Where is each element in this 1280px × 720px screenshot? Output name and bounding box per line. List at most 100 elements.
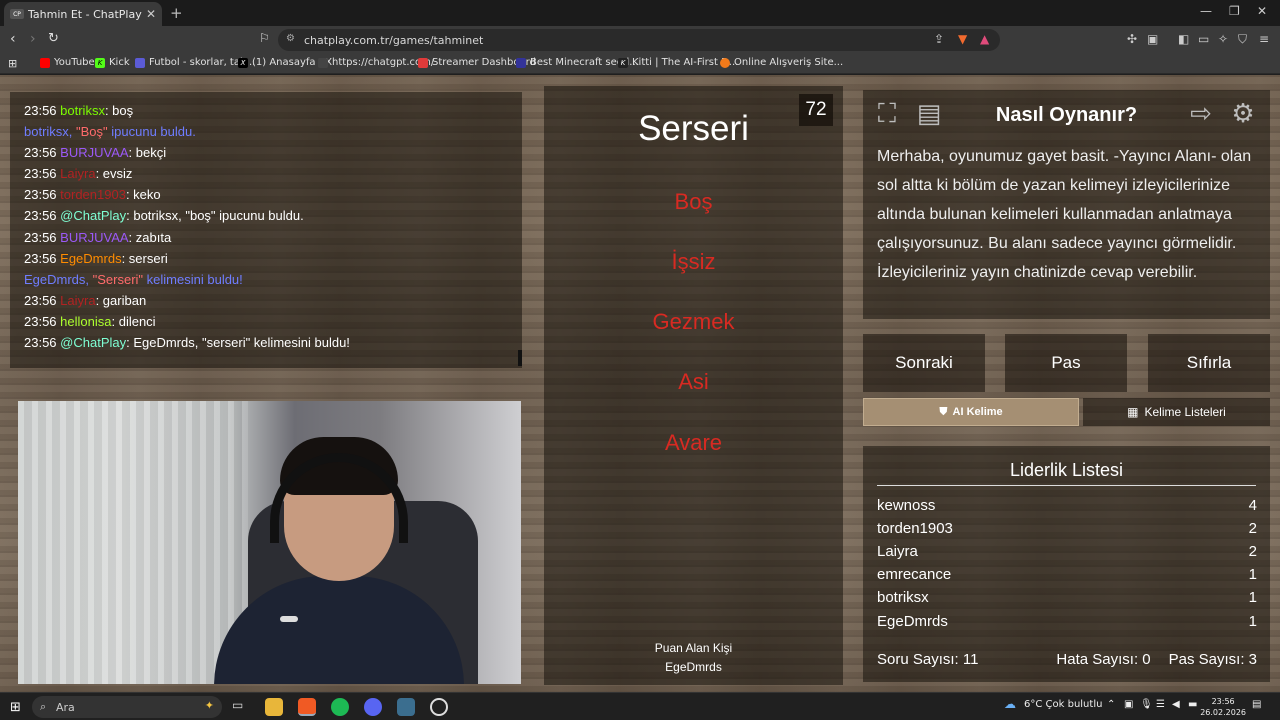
chat-username[interactable]: BURJUVAA: [60, 230, 128, 245]
reset-button[interactable]: Sıfırla: [1148, 334, 1270, 392]
game-page: 23:56 botriksx: boş botriksx, "Boş" ipucu…: [0, 75, 1280, 692]
tab-title: Tahmin Et - ChatPlay: [28, 7, 142, 21]
bookmark-shop[interactable]: Online Alışveriş Site...: [720, 57, 843, 68]
chat-username[interactable]: @ChatPlay: [60, 208, 126, 223]
player-score: 4: [1248, 497, 1257, 514]
chat-username[interactable]: Laiyra: [60, 166, 95, 181]
browser-tab[interactable]: CP Tahmin Et - ChatPlay ✕: [4, 2, 162, 26]
apps-icon[interactable]: ⊞: [8, 57, 17, 70]
weather-icon[interactable]: ☁: [1004, 697, 1016, 711]
chat-username[interactable]: BURJUVAA: [60, 145, 128, 160]
chat-username[interactable]: hellonisa: [60, 314, 111, 329]
window-close-icon[interactable]: ✕: [1257, 4, 1267, 18]
divider: [877, 485, 1256, 486]
wallet-icon[interactable]: ▭: [1198, 32, 1209, 46]
chat-username[interactable]: Laiyra: [60, 293, 95, 308]
taskbar-search[interactable]: ⌕ Ara ✦: [32, 696, 222, 718]
leo-ai-icon[interactable]: ✧: [1218, 32, 1228, 46]
brave-shield-icon[interactable]: ▼: [958, 32, 967, 46]
task-view-icon[interactable]: ▭: [232, 698, 250, 716]
system-text: kelimesini buldu!: [143, 271, 243, 287]
app-icon[interactable]: [397, 698, 415, 716]
vpn-icon[interactable]: ⛉: [1238, 32, 1247, 47]
url-text: chatplay.com.tr/games/tahminet: [304, 33, 484, 47]
chat-message: 23:56 torden1903: keko: [24, 184, 508, 205]
player-score: 2: [1248, 520, 1257, 537]
bookmark-youtube[interactable]: YouTube: [40, 57, 95, 68]
pass-count: Pas Sayısı: 3: [1168, 651, 1257, 668]
browser-toolbar: ‹ › ↻ ⚐ ⚙ chatplay.com.tr/games/tahminet…: [0, 26, 1280, 54]
clock-date: 26.02.2026: [1200, 708, 1246, 717]
brave-browser-icon[interactable]: [298, 698, 316, 716]
game-stats: Soru Sayısı: 11 Hata Sayısı: 0 Pas Sayıs…: [877, 651, 1257, 668]
curtain: [18, 401, 248, 684]
spotify-icon[interactable]: [331, 698, 349, 716]
bookmark-chatgpt[interactable]: https://chatgpt.com/: [318, 57, 434, 68]
back-icon[interactable]: ‹: [10, 31, 16, 47]
share-icon[interactable]: ⇪: [934, 32, 944, 46]
chat-username[interactable]: torden1903: [60, 187, 126, 202]
reload-icon[interactable]: ↻: [48, 31, 59, 46]
player-score: 1: [1248, 566, 1257, 583]
player-name: Laiyra: [877, 543, 918, 560]
chat-timestamp: 23:56: [24, 335, 61, 351]
chat-message: 23:56 BURJUVAA: zabıta: [24, 227, 508, 248]
chat-text: : boş: [104, 103, 134, 118]
restore-icon[interactable]: ❐: [1229, 4, 1240, 18]
tab-ai-word[interactable]: ⛊ AI Kelime: [863, 398, 1079, 426]
clock[interactable]: 23:56 26.02.2026: [1200, 696, 1246, 718]
brave-rewards-icon[interactable]: ▲: [980, 32, 989, 46]
site-info-icon[interactable]: ⚙: [286, 33, 295, 44]
address-bar[interactable]: ⚙ chatplay.com.tr/games/tahminet: [278, 29, 1000, 51]
chat-username[interactable]: botriksx: [60, 103, 105, 118]
menu-icon[interactable]: ≡: [1259, 32, 1269, 46]
mic-icon[interactable]: 🎙: [1140, 699, 1153, 710]
target-word: Serseri: [638, 109, 749, 148]
futbol-icon: [135, 57, 145, 68]
battery-icon[interactable]: ▬: [1188, 699, 1197, 710]
sidebar-icon[interactable]: ◧: [1178, 32, 1189, 46]
x-icon: X: [238, 57, 248, 68]
bookmark-icon[interactable]: ⚐: [259, 31, 270, 45]
media-icon[interactable]: ▣: [1147, 32, 1158, 46]
network-icon[interactable]: ▣: [1124, 699, 1133, 710]
chat-username[interactable]: EgeDmrds: [60, 251, 121, 266]
scorer-name: EgeDmrds: [665, 660, 722, 674]
shield-icon: ⛊: [939, 405, 948, 418]
forbidden-word: Avare: [664, 430, 723, 455]
wifi-icon[interactable]: ☰: [1156, 699, 1165, 710]
chat-text: : serseri: [121, 250, 168, 266]
forward-icon[interactable]: ›: [30, 31, 36, 47]
tab-close-icon[interactable]: ✕: [146, 7, 156, 21]
discord-icon[interactable]: [364, 698, 382, 716]
bookmark-kick[interactable]: K Kick: [95, 57, 130, 68]
chat-text: : bekçi: [128, 145, 167, 161]
extensions-icon[interactable]: ✣: [1127, 32, 1137, 46]
chat-username[interactable]: @ChatPlay: [60, 335, 126, 350]
settings-gear-icon[interactable]: ⚙: [1227, 98, 1259, 130]
windows-start-icon[interactable]: ⊞: [10, 700, 21, 715]
notifications-icon[interactable]: ▤: [1252, 699, 1261, 710]
next-button[interactable]: Sonraki: [863, 334, 985, 392]
youtube-icon: [40, 57, 50, 68]
chat-message: 23:56 EgeDmrds: serseri: [24, 248, 508, 269]
tray-chevron-icon[interactable]: ⌃: [1107, 699, 1115, 710]
obs-icon[interactable]: [430, 698, 448, 716]
exit-icon[interactable]: ⇨: [1185, 98, 1217, 130]
error-count: Hata Sayısı: 0: [1056, 651, 1151, 668]
weather-text[interactable]: 6°C Çok bulutlu: [1024, 699, 1102, 710]
tab-lists-label: Kelime Listeleri: [1144, 405, 1226, 419]
tab-word-lists[interactable]: ▦ Kelime Listeleri: [1083, 398, 1270, 426]
leaderboard-row: EgeDmrds 1: [877, 613, 1257, 630]
file-explorer-icon[interactable]: [265, 698, 283, 716]
chat-text: : keko: [125, 187, 161, 203]
pass-button[interactable]: Pas: [1005, 334, 1127, 392]
player-name: EgeDmrds: [877, 613, 948, 630]
volume-icon[interactable]: ◀: [1172, 699, 1180, 710]
minimize-icon[interactable]: —: [1200, 4, 1212, 18]
chat-scrollbar[interactable]: [518, 350, 522, 366]
chat-timestamp: 23:56: [24, 313, 61, 329]
chat-messages: 23:56 botriksx: boş botriksx, "Boş" ipucu…: [24, 100, 508, 353]
chat-message: 23:56 @ChatPlay: botriksx, "boş" ipucunu…: [24, 205, 508, 226]
new-tab-icon[interactable]: +: [170, 4, 183, 22]
